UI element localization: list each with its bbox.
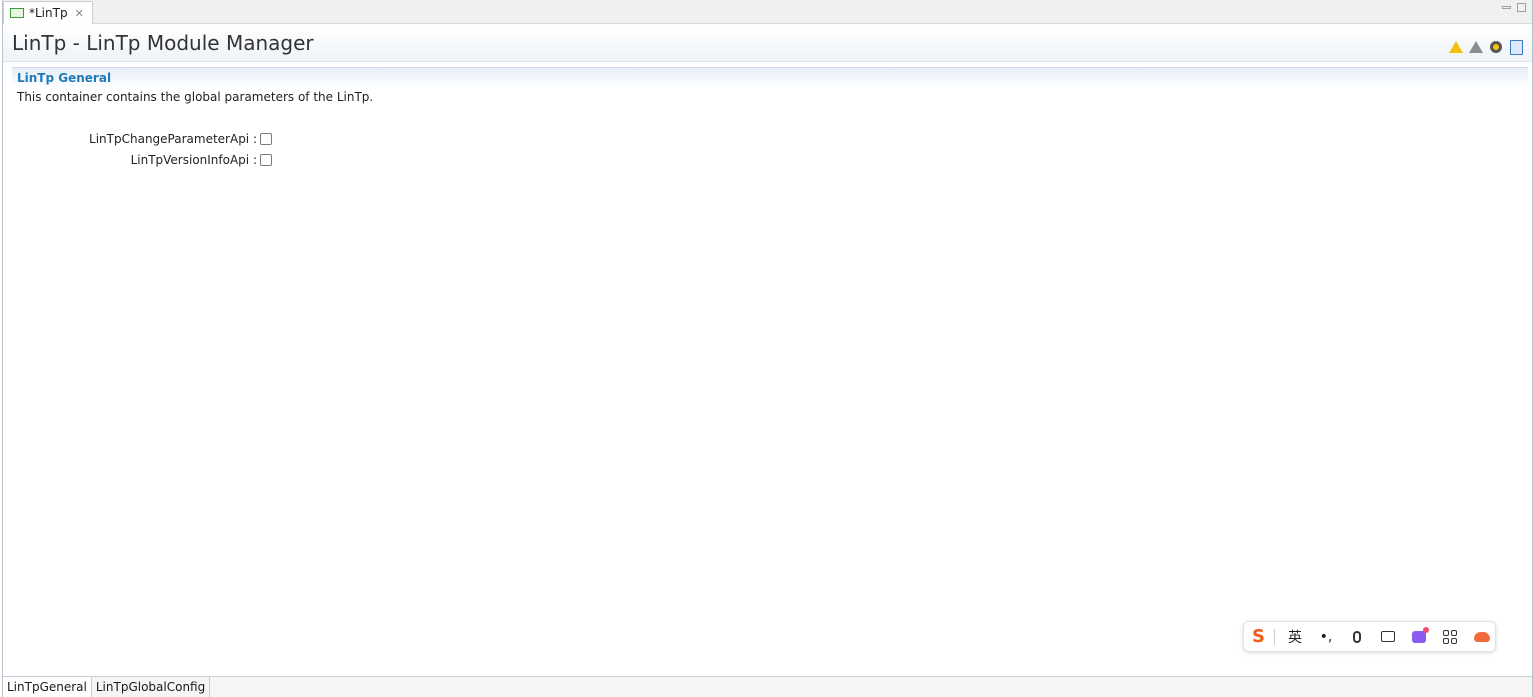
close-icon[interactable]: ✕ — [75, 7, 84, 20]
maximize-icon[interactable] — [1517, 3, 1526, 12]
apps-grid-icon[interactable] — [1442, 629, 1457, 644]
editor-frame: *LinTp ✕ LinTp - LinTp Module Manager Li… — [2, 0, 1533, 697]
ime-toolbar: S 英 •, — [1243, 621, 1496, 652]
page-tab-lintp-general[interactable]: LinTpGeneral — [3, 677, 92, 697]
validate-icon[interactable] — [1488, 39, 1504, 55]
warning-icon[interactable] — [1448, 39, 1464, 55]
module-icon — [10, 8, 24, 18]
warning-gray-icon[interactable] — [1468, 39, 1484, 55]
keyboard-icon[interactable] — [1380, 631, 1395, 642]
field-lintp-version-info-api: LinTpVersionInfoApi : — [12, 152, 272, 168]
page-tab-lintp-global-config[interactable]: LinTpGlobalConfig — [92, 677, 211, 697]
section-description: This container contains the global param… — [17, 90, 374, 104]
editor-tab-label: *LinTp — [29, 6, 68, 20]
header-toolbar — [1448, 39, 1524, 55]
skin-icon[interactable] — [1411, 626, 1429, 643]
section-lintp-general: LinTp General This container contains th… — [12, 67, 1528, 667]
change-parameter-api-checkbox[interactable] — [260, 133, 272, 145]
version-info-api-checkbox[interactable] — [260, 154, 272, 166]
mascot-icon[interactable] — [1473, 631, 1490, 642]
minimize-icon[interactable] — [1502, 6, 1511, 9]
divider — [1273, 628, 1275, 645]
window-controls — [1502, 3, 1526, 12]
form-header: LinTp - LinTp Module Manager — [3, 25, 1532, 62]
page-title: LinTp - LinTp Module Manager — [12, 31, 314, 55]
page-tab-bar: LinTpGeneral LinTpGlobalConfig — [3, 676, 1532, 697]
editor-tab-lintp[interactable]: *LinTp ✕ — [3, 1, 93, 24]
ime-logo-icon[interactable]: S — [1252, 626, 1265, 647]
field-lintp-change-parameter-api: LinTpChangeParameterApi : — [12, 131, 272, 147]
field-label: LinTpVersionInfoApi : — [130, 153, 257, 167]
ime-language-toggle[interactable]: 英 — [1284, 627, 1306, 647]
ime-punctuation-toggle[interactable]: •, — [1315, 629, 1337, 645]
editor-tab-bar: *LinTp ✕ — [3, 0, 1532, 24]
field-label: LinTpChangeParameterApi : — [89, 132, 257, 146]
microphone-icon[interactable] — [1352, 630, 1361, 643]
document-icon[interactable] — [1508, 39, 1524, 55]
section-title[interactable]: LinTp General — [17, 71, 111, 85]
section-header[interactable]: LinTp General — [12, 67, 1528, 89]
